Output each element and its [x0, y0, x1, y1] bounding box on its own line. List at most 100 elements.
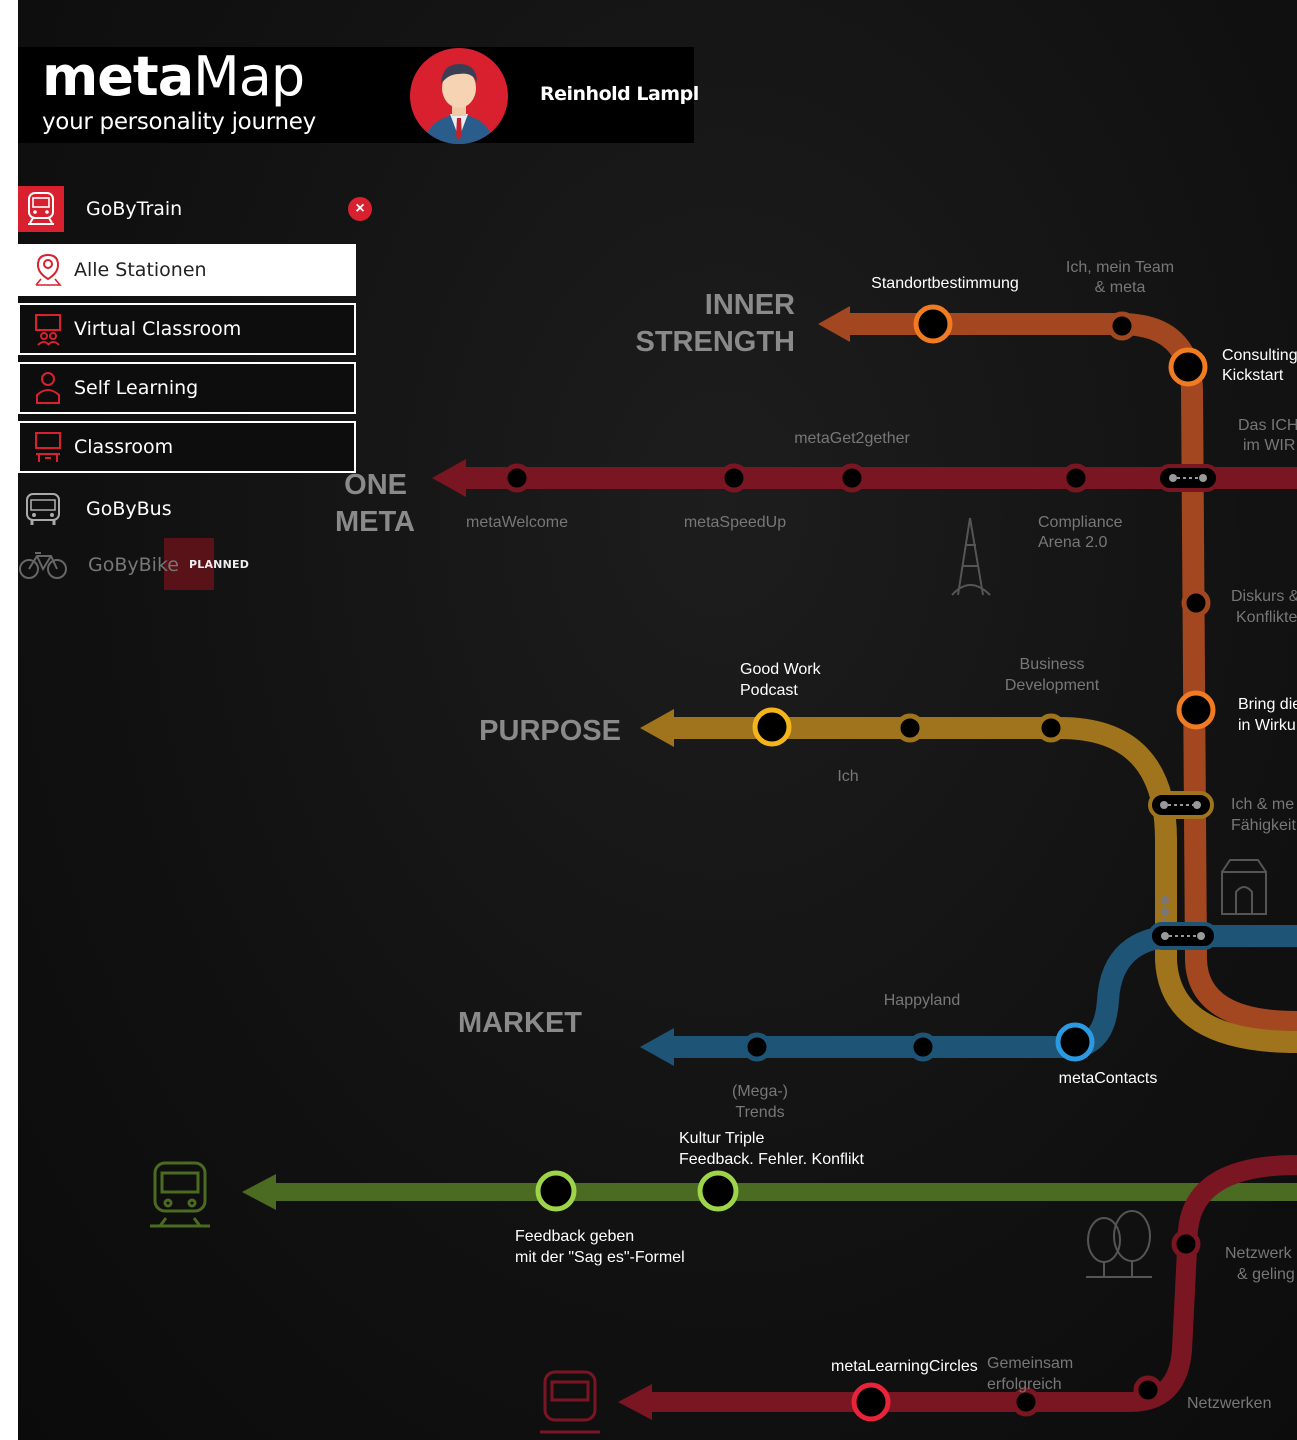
station-gemeinsam [1011, 1387, 1041, 1417]
station-compliance [1061, 463, 1091, 493]
label-das-ich-1: Das ICH [1238, 417, 1297, 434]
filter-self-learning-label: Self Learning [74, 377, 199, 399]
station-netzwerken [1133, 1375, 1163, 1405]
label-bring-die-1: Bring die [1238, 696, 1297, 713]
gobybus-label: GoByBus [86, 498, 172, 520]
mode-gobybus[interactable]: GoByBus [18, 485, 172, 533]
app-logo[interactable]: metaMap your personality journey [42, 45, 316, 136]
logo-tagline: your personality journey [42, 109, 316, 135]
zone-one-meta-2: META [335, 506, 415, 538]
label-feedback-2: mit der "Sag es"-Formel [515, 1249, 685, 1266]
station-metaget2gether [837, 463, 867, 493]
filter-alle-stationen-label: Alle Stationen [74, 259, 207, 281]
label-metaget2gether: metaGet2gether [794, 430, 910, 447]
station-metacontacts [1055, 1022, 1095, 1062]
zone-inner-strength-1: INNER [705, 289, 795, 321]
label-good-work-2: Podcast [740, 682, 798, 699]
gobytrain-label: GoByTrain [86, 198, 183, 220]
zone-inner-strength-2: STRENGTH [636, 326, 796, 358]
label-netzwerken: Netzwerken [1187, 1395, 1271, 1412]
virtual-classroom-icon [28, 312, 68, 346]
label-bring-die-2: in Wirku [1238, 717, 1296, 734]
station-standortbestimmung [913, 304, 953, 344]
station-consulting-kickstart [1168, 347, 1208, 387]
label-netzwerk-1: Netzwerk [1225, 1245, 1293, 1262]
filter-classroom-label: Classroom [74, 436, 174, 458]
one-meta-arrow [432, 459, 466, 497]
map-pin-icon [28, 253, 68, 287]
inner-strength-arrow [818, 306, 850, 342]
label-ich-mein-team-1: Ich, mein Team [1066, 259, 1174, 276]
close-button[interactable]: × [348, 197, 372, 221]
person-avatar-icon [424, 64, 494, 144]
label-consulting-2: Kickstart [1222, 367, 1284, 384]
label-ich: Ich [837, 768, 858, 785]
label-business-1: Business [1020, 656, 1085, 673]
label-diskurs-1: Diskurs & [1231, 588, 1297, 605]
station-metaspeedup [719, 463, 749, 493]
mode-gobytrain[interactable]: GoByTrain [18, 185, 358, 233]
label-feedback-1: Feedback geben [515, 1228, 634, 1245]
label-metacontacts: metaContacts [1059, 1070, 1158, 1087]
zone-purpose: PURPOSE [479, 715, 621, 747]
bike-icon [18, 550, 68, 580]
green-arrow [242, 1174, 276, 1210]
filter-virtual-classroom-label: Virtual Classroom [74, 318, 242, 340]
station-bring-die [1176, 690, 1216, 730]
transfer-das-ich [1156, 464, 1220, 492]
label-consulting-1: Consulting [1222, 347, 1297, 364]
arch-gate-icon [1221, 859, 1267, 915]
self-learning-icon [28, 371, 68, 405]
planned-badge: PLANNED [189, 558, 250, 571]
label-metawelcome: metaWelcome [466, 514, 568, 531]
label-business-2: Development [1005, 677, 1100, 694]
label-ich-meine-1: Ich & me [1231, 796, 1294, 813]
trees-icon [1086, 1210, 1152, 1278]
station-mega-trends [742, 1032, 772, 1062]
label-gemeinsam-2: erfolgreich [987, 1376, 1062, 1393]
avatar[interactable] [410, 48, 508, 144]
label-happyland: Happyland [884, 992, 961, 1009]
station-metawelcome [502, 463, 532, 493]
label-ich-mein-team-2: & meta [1095, 279, 1146, 296]
label-mega-trends-2: Trends [735, 1104, 784, 1121]
train-watermark-icon [150, 1161, 210, 1228]
label-standortbestimmung: Standortbestimmung [871, 275, 1019, 292]
station-ich [895, 713, 925, 743]
station-ich-mein-team [1107, 311, 1137, 341]
station-feedback-geben [535, 1170, 577, 1212]
station-netzwerk [1171, 1229, 1201, 1259]
user-name[interactable]: Reinhold Lampl [540, 83, 699, 105]
market-arrow [640, 1028, 674, 1066]
zone-one-meta-1: ONE [344, 469, 407, 501]
label-mega-trends-1: (Mega-) [732, 1083, 788, 1100]
zone-market: MARKET [458, 1007, 582, 1039]
bottom-red-arrow [618, 1384, 652, 1420]
logo-light: Map [193, 45, 305, 108]
train-icon [18, 186, 64, 232]
label-kultur-triple-1: Kultur Triple [679, 1130, 764, 1147]
logo-bold: meta [42, 45, 194, 108]
label-diskurs-2: Konflikte [1236, 609, 1297, 626]
station-kultur-triple [697, 1170, 739, 1212]
station-diskurs [1181, 588, 1211, 618]
eiffel-tower-icon [951, 517, 991, 596]
station-good-work-podcast [752, 707, 792, 747]
label-kultur-triple-2: Feedback. Fehler. Konflikt [679, 1151, 865, 1168]
bus-icon [20, 490, 66, 528]
label-good-work-1: Good Work [740, 661, 822, 678]
train-watermark-red-icon [540, 1370, 600, 1434]
filter-classroom[interactable]: Classroom [18, 421, 356, 473]
inner-strength-line [845, 313, 1297, 1033]
filter-alle-stationen[interactable]: Alle Stationen [18, 244, 356, 296]
label-compliance-1: Compliance [1038, 514, 1123, 531]
label-netzwerk-2: & geling [1237, 1266, 1295, 1283]
classroom-icon [28, 430, 68, 464]
filter-virtual-classroom[interactable]: Virtual Classroom [18, 303, 356, 355]
label-das-ich-2: im WIR [1243, 437, 1295, 454]
filter-self-learning[interactable]: Self Learning [18, 362, 356, 414]
label-gemeinsam-1: Gemeinsam [987, 1355, 1073, 1372]
gobybike-label: GoByBike [88, 554, 179, 576]
station-business-development [1036, 713, 1066, 743]
label-ich-meine-2: Fähigkeit [1231, 817, 1296, 834]
